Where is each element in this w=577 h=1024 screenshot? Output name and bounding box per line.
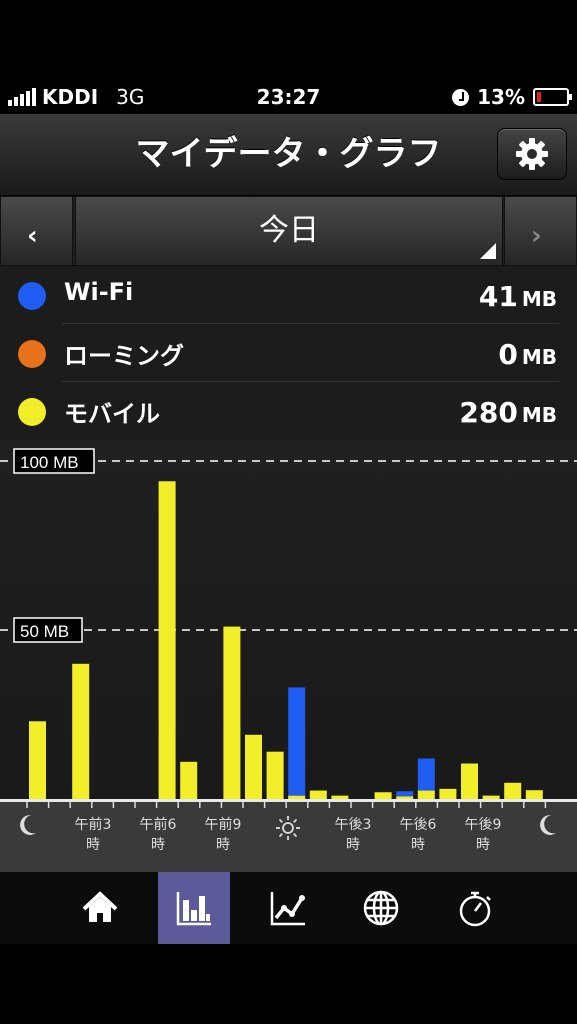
- bar: [482, 795, 500, 799]
- legend-row-roaming: ローミング 0 MB: [0, 324, 577, 382]
- x-tick-label: 午後6: [400, 817, 437, 833]
- legend-label: ローミング: [64, 342, 184, 370]
- bar: [396, 796, 414, 799]
- legend-label: Wi-Fi: [64, 278, 134, 306]
- bar: [180, 761, 198, 799]
- home-icon: [82, 891, 118, 922]
- x-tick-label-suffix: 時: [411, 837, 425, 853]
- stopwatch-icon: [459, 891, 491, 927]
- tab-home[interactable]: [64, 872, 136, 944]
- usage-legend: Wi-Fi 41 MB ローミング 0 MB モバイル 280 MB: [0, 266, 577, 440]
- x-tick-label-suffix: 時: [216, 837, 230, 853]
- bar: [417, 758, 435, 791]
- y-tick-label: 100 MB: [20, 453, 79, 472]
- bar: [439, 788, 457, 799]
- roaming-color-dot: [18, 340, 46, 368]
- x-tick-label: 午前6: [140, 816, 177, 833]
- y-tick-label: 50 MB: [20, 622, 69, 641]
- usage-bar-chart: 100 MB 50 MB 午前3 時 午前6 時 午前9 時 午後3 時 午後6 時 午後9 時: [0, 448, 577, 872]
- status-time: 23:27: [256, 85, 321, 109]
- line-chart-icon: [270, 892, 305, 926]
- x-tick-label-suffix: 時: [151, 837, 165, 853]
- page-title: マイデータ・グラフ: [135, 134, 442, 174]
- tab-graph[interactable]: [158, 872, 230, 944]
- alarm-icon: [452, 88, 470, 106]
- period-dropdown[interactable]: 今日: [75, 196, 503, 266]
- bar: [245, 734, 262, 799]
- x-tick-label: 午前9: [205, 816, 242, 833]
- bar-chart-icon: [176, 892, 211, 926]
- legend-value: 280 MB: [459, 396, 557, 429]
- bar: [461, 763, 478, 799]
- bar: [266, 751, 284, 799]
- period-selector: ‹ 今日 ›: [0, 196, 577, 266]
- bar: [331, 795, 349, 799]
- bar: [288, 795, 306, 799]
- tab-timer[interactable]: [439, 872, 511, 944]
- next-period-button[interactable]: ›: [504, 196, 577, 266]
- network-type: 3G: [116, 85, 145, 109]
- bar: [504, 782, 522, 799]
- bar: [223, 626, 241, 799]
- carrier-name: KDDI: [42, 85, 99, 109]
- globe-icon: [363, 890, 399, 926]
- bar: [374, 792, 392, 799]
- gear-icon: [516, 138, 548, 170]
- legend-row-mobile: モバイル 280 MB: [0, 382, 577, 440]
- hourly-usage-chart: 100 MB 50 MB 午前3 時 午前6 時 午前9 時 午後3 時 午後6 時 午後9 時: [0, 440, 577, 872]
- legend-row-wifi: Wi-Fi 41 MB: [0, 266, 577, 324]
- chevron-right-icon: ›: [531, 221, 542, 251]
- tab-trend[interactable]: [252, 872, 324, 944]
- navigation-bar: マイデータ・グラフ: [0, 114, 577, 196]
- period-label: 今日: [259, 213, 319, 248]
- tab-roaming[interactable]: [345, 872, 417, 944]
- chevron-left-icon: ‹: [27, 221, 38, 251]
- status-bar: KDDI 3G 23:27 13%: [0, 80, 577, 114]
- bar: [288, 687, 306, 796]
- bar: [158, 481, 176, 799]
- x-axis-line: [0, 799, 577, 802]
- settings-button[interactable]: [497, 128, 567, 180]
- x-tick-label: 午後3: [335, 817, 372, 833]
- signal-strength-icon: [8, 88, 36, 106]
- bar: [309, 790, 327, 799]
- bar: [29, 721, 46, 799]
- x-tick-label-suffix: 時: [346, 837, 360, 853]
- x-tick-label: 午後9: [465, 817, 502, 833]
- legend-value: 41 MB: [478, 280, 557, 313]
- legend-value: 0 MB: [498, 338, 557, 371]
- bar: [396, 791, 414, 797]
- x-tick-label-suffix: 時: [476, 837, 490, 853]
- wifi-color-dot: [18, 282, 46, 310]
- legend-label: モバイル: [64, 400, 160, 428]
- previous-period-button[interactable]: ‹: [0, 196, 73, 266]
- bar: [72, 663, 90, 799]
- battery-icon: [533, 88, 572, 106]
- tab-bar: [0, 872, 577, 944]
- battery-percent: 13%: [477, 85, 525, 109]
- mobile-color-dot: [18, 398, 46, 426]
- x-tick-label: 午前3: [75, 816, 112, 833]
- bar: [525, 790, 543, 799]
- bar: [417, 790, 435, 799]
- dropdown-corner-icon: [480, 243, 496, 259]
- x-tick-label-suffix: 時: [86, 837, 100, 853]
